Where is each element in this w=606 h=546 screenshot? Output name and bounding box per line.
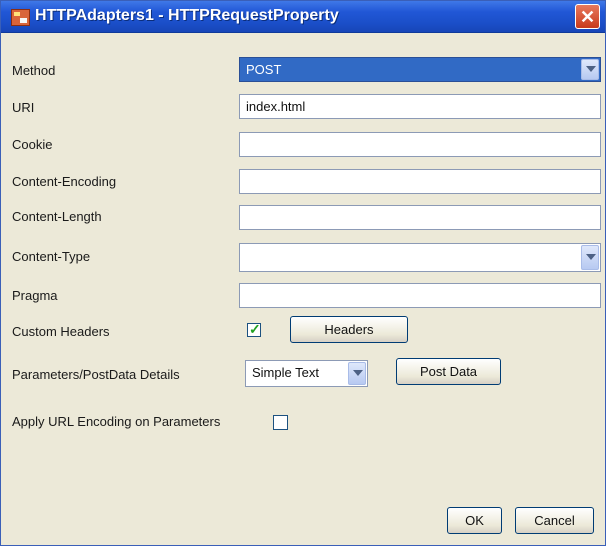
content-encoding-field[interactable] [239,169,601,194]
window-title: HTTPAdapters1 - HTTPRequestProperty [35,7,339,24]
method-select[interactable]: POST [239,57,601,82]
method-value: POST [246,62,282,77]
app-icon [11,9,30,26]
cookie-input[interactable] [240,133,600,156]
content-type-label: Content-Type [12,249,91,264]
uri-label: URI [12,100,35,115]
params-label: Parameters/PostData Details [12,367,180,382]
pragma-label: Pragma [12,288,58,303]
dialog-window: HTTPAdapters1 - HTTPRequestProperty ✕ Me… [0,0,606,546]
cookie-label: Cookie [12,137,53,152]
chevron-down-icon[interactable] [348,362,366,385]
close-button[interactable]: ✕ [575,4,600,29]
content-length-label: Content-Length [12,209,102,224]
content-type-select[interactable] [239,243,601,272]
cookie-field[interactable] [239,132,601,157]
content-encoding-input[interactable] [240,170,600,193]
pragma-field[interactable] [239,283,601,308]
custom-headers-checkbox[interactable]: ✓ [247,321,261,337]
headers-button[interactable]: Headers [290,316,408,343]
uri-input[interactable] [240,95,600,118]
cancel-button[interactable]: Cancel [515,507,594,534]
check-icon: ✓ [249,321,261,337]
custom-headers-label: Custom Headers [12,324,110,339]
content-length-input[interactable] [240,206,600,229]
chevron-down-icon[interactable] [581,245,599,270]
ok-button[interactable]: OK [447,507,502,534]
params-select[interactable]: Simple Text [245,360,368,387]
uri-field[interactable] [239,94,601,119]
params-value: Simple Text [252,365,319,380]
chevron-down-icon[interactable] [581,59,599,80]
title-bar[interactable]: HTTPAdapters1 - HTTPRequestProperty ✕ [1,1,605,33]
method-label: Method [12,63,56,78]
url-encoding-label: Apply URL Encoding on Parameters [12,414,221,429]
post-data-button[interactable]: Post Data [396,358,501,385]
url-encoding-checkbox[interactable] [273,415,288,430]
content-encoding-label: Content-Encoding [12,174,117,189]
content-length-field[interactable] [239,205,601,230]
pragma-input[interactable] [240,284,600,307]
